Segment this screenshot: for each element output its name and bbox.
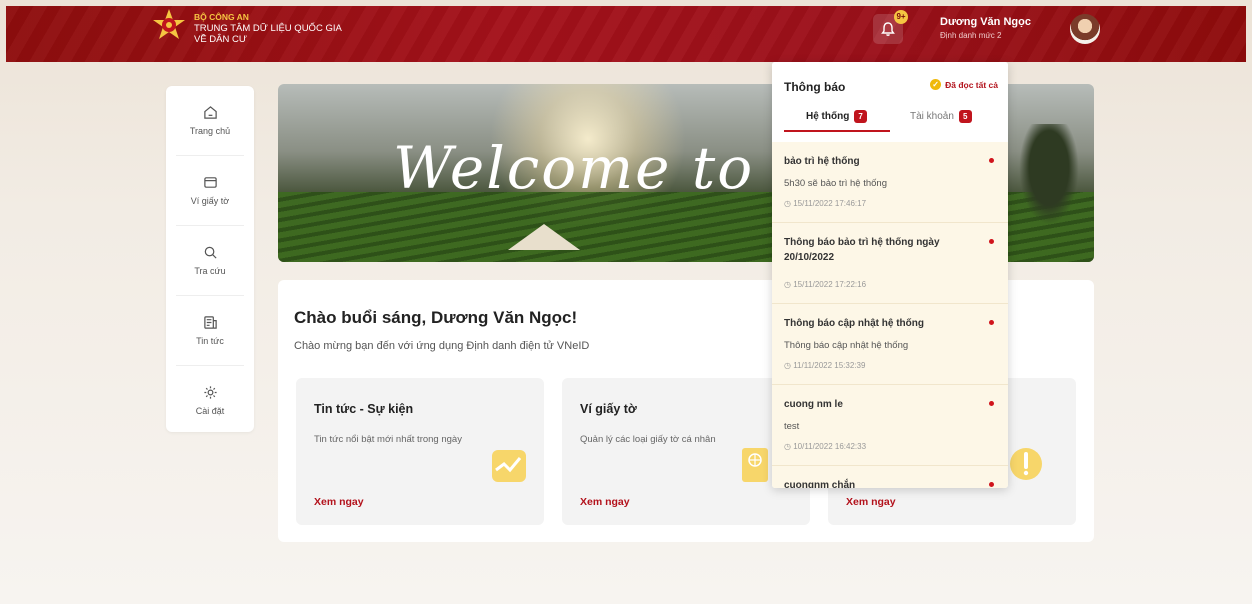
notification-item-time: ◷ 10/11/2022 16:42:33	[784, 442, 867, 451]
sidebar-item-label: Tin tức	[196, 336, 224, 346]
notification-item-title: cuongnm chắn	[784, 480, 856, 488]
search-icon	[204, 246, 217, 259]
conical-hat-decoration	[508, 224, 580, 250]
org-name: BỘ CÔNG AN TRUNG TÂM DỮ LIỆU QUỐC GIA VỀ…	[194, 12, 342, 45]
wallet-icon	[203, 177, 217, 188]
card-description: Tin tức nổi bật mới nhất trong ngày	[314, 434, 462, 445]
card-title: Tin tức - Sự kiện	[314, 402, 414, 416]
org-line-2: TRUNG TÂM DỮ LIỆU QUỐC GIA	[194, 23, 342, 34]
tab-system[interactable]: Hệ thống 7	[806, 110, 868, 123]
home-icon	[203, 106, 217, 119]
notification-item[interactable]: Thông báo cập nhật hệ thống Thông báo cậ…	[772, 304, 1008, 385]
notification-item-title: cuong nm le	[784, 399, 843, 410]
notification-item[interactable]: Thông báo bảo trì hệ thống ngày 20/10/20…	[772, 223, 1008, 304]
notification-dropdown: Thông báo ✓ Đã đọc tất cả Hệ thống 7 Tài…	[772, 62, 1008, 488]
sidebar-item-label: Trang chủ	[189, 126, 231, 136]
banner-title: Welcome to V	[393, 134, 819, 202]
card-description: Quản lý các loại giấy tờ cá nhân	[580, 434, 716, 445]
notification-item[interactable]: cuongnm chắn	[772, 466, 1008, 488]
tab-account[interactable]: Tài khoản 5	[910, 110, 972, 123]
sidebar-item-news[interactable]: Tin tức	[176, 296, 244, 366]
unread-dot	[989, 239, 994, 244]
mark-all-read-button[interactable]: ✓ Đã đọc tất cả	[930, 79, 998, 90]
tab-label: Hệ thống	[806, 111, 850, 122]
active-tab-indicator	[784, 130, 890, 132]
notification-item-title: Thông báo bảo trì hệ thống ngày 20/10/20…	[784, 237, 940, 263]
news-icon	[203, 316, 217, 329]
user-name: Dương Văn Ngọc	[940, 16, 1031, 28]
unread-dot	[989, 401, 994, 406]
card-title: Ví giấy tờ	[580, 402, 637, 416]
check-circle-icon: ✓	[930, 79, 942, 90]
org-line-3: VỀ DÂN CƯ	[194, 34, 247, 45]
tab-label: Tài khoản	[910, 111, 954, 122]
notification-header: Thông báo ✓ Đã đọc tất cả Hệ thống 7 Tài…	[772, 62, 1008, 142]
avatar[interactable]	[1070, 14, 1100, 44]
org-line-1: BỘ CÔNG AN	[194, 12, 249, 22]
notification-item[interactable]: cuong nm le test ◷ 10/11/2022 16:42:33	[772, 385, 1008, 466]
notification-item-time: ◷ 11/11/2022 15:32:39	[784, 361, 866, 370]
notification-item[interactable]: bảo trì hệ thống 5h30 sẽ bảo trì hệ thốn…	[772, 142, 1008, 223]
sidebar-item-home[interactable]: Trang chủ	[176, 86, 244, 156]
sidebar: Trang chủ Ví giấy tờ Tra cứu Tin tức Cài…	[166, 86, 254, 432]
notification-list[interactable]: bảo trì hệ thống 5h30 sẽ bảo trì hệ thốn…	[772, 142, 1008, 488]
view-now-link[interactable]: Xem ngay	[846, 496, 896, 508]
notification-time-text: 11/11/2022 15:32:39	[793, 361, 866, 370]
sidebar-item-label: Tra cứu	[194, 266, 226, 276]
passport-icon	[742, 448, 768, 482]
notification-time-text: 15/11/2022 17:22:16	[793, 280, 867, 289]
sidebar-item-label: Cài đặt	[195, 406, 225, 416]
notification-item-title: bảo trì hệ thống	[784, 156, 860, 167]
greeting-heading: Chào buổi sáng, Dương Văn Ngọc!	[294, 308, 578, 327]
sidebar-item-wallet[interactable]: Ví giấy tờ	[176, 156, 244, 226]
unread-dot	[989, 320, 994, 325]
view-now-link[interactable]: Xem ngay	[314, 496, 364, 508]
gear-icon	[203, 386, 217, 399]
tree-decoration	[1014, 124, 1084, 234]
bell-icon	[881, 22, 895, 36]
tab-count-badge: 5	[958, 110, 972, 123]
sidebar-item-settings[interactable]: Cài đặt	[176, 366, 244, 435]
tab-count-badge: 7	[854, 110, 868, 123]
unread-dot	[989, 482, 994, 487]
notification-item-body: 5h30 sẽ bảo trì hệ thống	[784, 178, 887, 189]
top-header	[6, 6, 1246, 62]
news-card[interactable]: Tin tức - Sự kiện Tin tức nổi bật mới nh…	[296, 378, 544, 525]
welcome-subtitle: Chào mừng bạn đến với ứng dụng Định danh…	[294, 340, 590, 352]
notification-time-text: 15/11/2022 17:46:17	[793, 199, 867, 208]
notification-item-time: ◷ 15/11/2022 17:22:16	[784, 280, 867, 289]
notification-item-body: test	[784, 421, 800, 432]
notification-title: Thông báo	[784, 80, 846, 94]
police-emblem-logo[interactable]	[152, 8, 186, 42]
notification-count-badge: 9+	[894, 10, 908, 24]
sidebar-item-label: Ví giấy tờ	[190, 196, 230, 206]
notification-time-text: 10/11/2022 16:42:33	[793, 442, 867, 451]
notification-item-body: Thông báo cập nhật hệ thống	[784, 340, 909, 351]
user-level: Định danh mức 2	[940, 31, 1002, 40]
notification-bell-button[interactable]: 9+	[873, 10, 908, 44]
user-info[interactable]: Dương Văn Ngọc Định danh mức 2	[940, 16, 1031, 40]
unread-dot	[989, 158, 994, 163]
notification-item-title: Thông báo cập nhật hệ thống	[784, 318, 924, 329]
news-chart-icon	[492, 450, 526, 482]
notification-tabs: Hệ thống 7 Tài khoản 5	[772, 106, 1008, 132]
alert-icon	[1010, 448, 1042, 480]
mark-all-read-label: Đã đọc tất cả	[945, 79, 998, 90]
notification-item-time: ◷ 15/11/2022 17:46:17	[784, 199, 867, 208]
view-now-link[interactable]: Xem ngay	[580, 496, 630, 508]
sidebar-item-search[interactable]: Tra cứu	[176, 226, 244, 296]
